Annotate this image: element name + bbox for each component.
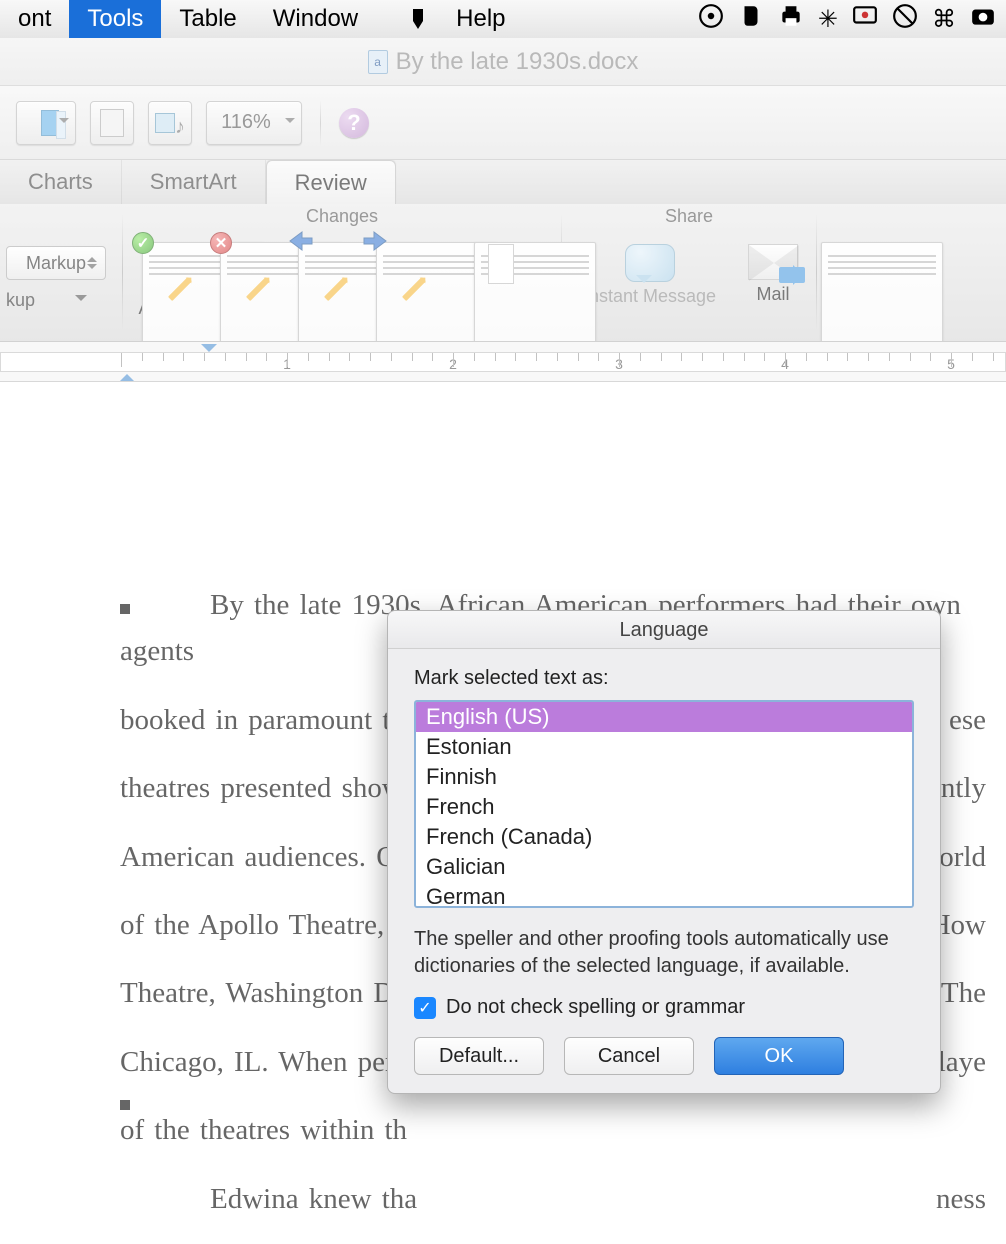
left-indent-marker[interactable] bbox=[119, 366, 135, 382]
ribbon: Markup kup Changes ✓ Accept ✕ Reject bbox=[0, 204, 1006, 342]
language-option-german[interactable]: German bbox=[416, 882, 912, 908]
checkbox-label: Do not check spelling or grammar bbox=[446, 996, 745, 1019]
mail-button[interactable]: Mail bbox=[738, 228, 808, 305]
checkbox-checked-icon[interactable]: ✓ bbox=[414, 997, 436, 1019]
tab-charts[interactable]: Charts bbox=[0, 160, 122, 204]
reject-button[interactable]: ✕ Reject bbox=[209, 228, 279, 319]
bullet-icon bbox=[120, 604, 130, 614]
speech-bubble-icon bbox=[625, 244, 675, 282]
bullet-icon bbox=[120, 1100, 130, 1110]
menu-tools[interactable]: Tools bbox=[69, 0, 161, 38]
doc-title: By the late 1930s.docx bbox=[396, 48, 639, 76]
menu-window[interactable]: Window bbox=[255, 0, 376, 38]
changes-group: Changes ✓ Accept ✕ Reject Previous bbox=[125, 204, 559, 341]
language-option-french-canada[interactable]: French (Canada) bbox=[416, 822, 912, 852]
display-icon[interactable] bbox=[852, 3, 878, 36]
share-group: Share Instant Message Mail bbox=[564, 204, 814, 341]
accept-button[interactable]: ✓ Accept bbox=[131, 228, 201, 319]
doc-line: Edwina knew thaness bbox=[120, 1176, 986, 1222]
menu-help[interactable]: Help bbox=[438, 0, 523, 38]
language-option-estonian[interactable]: Estonian bbox=[416, 732, 912, 762]
menu-script-icon[interactable] bbox=[398, 0, 438, 38]
check-icon: ✓ bbox=[132, 232, 154, 254]
next-button[interactable]: Next bbox=[365, 228, 435, 319]
markup-label: Markup bbox=[26, 253, 86, 274]
dialog-info: The speller and other proofing tools aut… bbox=[414, 926, 914, 980]
blog-button[interactable]: Bl bbox=[825, 228, 865, 319]
language-dialog: Language Mark selected text as: English … bbox=[387, 610, 941, 1094]
toolbar-separator bbox=[320, 100, 321, 146]
menu-table[interactable]: Table bbox=[161, 0, 254, 38]
keyboard-icon[interactable]: ⌘ bbox=[932, 5, 956, 34]
markup-group: Markup kup bbox=[0, 204, 120, 341]
brightness-icon[interactable]: ✳ bbox=[818, 5, 838, 34]
print-icon[interactable] bbox=[778, 3, 804, 36]
language-option-french[interactable]: French bbox=[416, 792, 912, 822]
camera-icon[interactable] bbox=[970, 3, 996, 36]
markup-dropdown[interactable]: Markup bbox=[6, 246, 106, 280]
cross-icon: ✕ bbox=[210, 232, 232, 254]
system-menubar: ont Tools Table Window Help ✳ ⌘ bbox=[0, 0, 1006, 38]
dialog-title: Language bbox=[388, 611, 940, 649]
ribbon-separator bbox=[122, 214, 123, 331]
chevron-down-icon bbox=[75, 295, 87, 307]
envelope-icon bbox=[748, 244, 798, 280]
quick-toolbar: 116% ? bbox=[0, 86, 1006, 160]
help-button[interactable]: ? bbox=[339, 108, 369, 138]
language-listbox[interactable]: English (US) Estonian Finnish French Fre… bbox=[414, 700, 914, 908]
ok-button[interactable]: OK bbox=[714, 1037, 844, 1075]
doc-layout-button[interactable] bbox=[90, 101, 134, 145]
default-button[interactable]: Default... bbox=[414, 1037, 544, 1075]
tab-review[interactable]: Review bbox=[266, 160, 396, 204]
blog-group: Bl bbox=[819, 204, 871, 341]
previous-button[interactable]: Previous bbox=[287, 228, 357, 319]
lock-icon[interactable] bbox=[698, 3, 724, 36]
language-option-finnish[interactable]: Finnish bbox=[416, 762, 912, 792]
spelling-checkbox-row[interactable]: ✓ Do not check spelling or grammar bbox=[414, 996, 914, 1019]
ruler[interactable]: 12345 bbox=[0, 342, 1006, 382]
menubar-extras: ✳ ⌘ bbox=[698, 3, 1006, 36]
arrow-right-icon bbox=[362, 230, 392, 252]
zoom-dropdown[interactable]: 116% bbox=[206, 101, 302, 145]
doc-icon: a bbox=[368, 50, 388, 74]
language-option-english-us[interactable]: English (US) bbox=[416, 702, 912, 732]
gallery-dropdown[interactable] bbox=[16, 101, 76, 145]
doc-line: of the theatres within th bbox=[120, 1107, 986, 1153]
tab-smartart[interactable]: SmartArt bbox=[122, 160, 266, 204]
stepper-icon bbox=[87, 254, 97, 272]
language-option-galician[interactable]: Galician bbox=[416, 852, 912, 882]
cancel-button[interactable]: Cancel bbox=[564, 1037, 694, 1075]
menu-ont[interactable]: ont bbox=[0, 0, 69, 38]
evernote-icon[interactable] bbox=[738, 3, 764, 36]
no-entry-icon[interactable] bbox=[892, 3, 918, 36]
window-titlebar: a By the late 1930s.docx bbox=[0, 38, 1006, 86]
ribbon-tabs: Charts SmartArt Review bbox=[0, 160, 1006, 204]
kup-dropdown[interactable]: kup bbox=[6, 290, 114, 311]
media-button[interactable] bbox=[148, 101, 192, 145]
share-group-label: Share bbox=[570, 204, 808, 228]
changes-group-label: Changes bbox=[131, 204, 553, 228]
arrow-left-icon bbox=[284, 230, 314, 252]
dialog-label: Mark selected text as: bbox=[414, 667, 914, 690]
